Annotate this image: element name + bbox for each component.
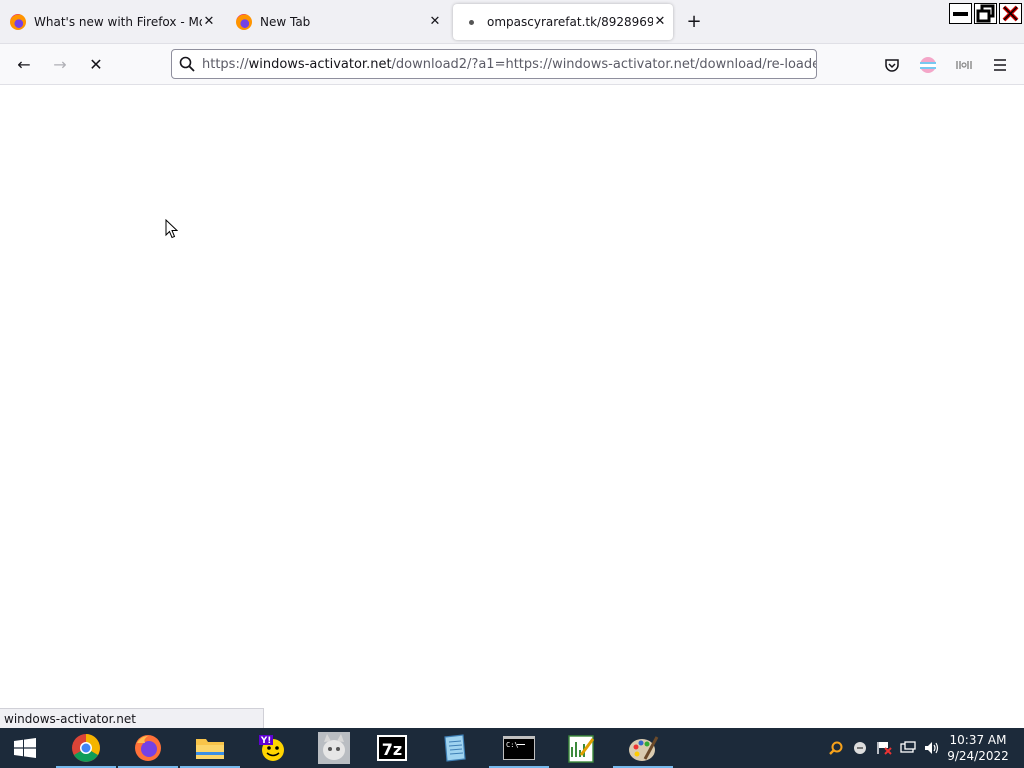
network-flag-icon[interactable] [875,738,893,758]
clock-date: 9/24/2022 [947,749,1009,763]
svg-text:Y!: Y! [260,736,272,746]
display-tray-icon[interactable] [899,738,917,758]
close-tab-icon[interactable]: ✕ [200,13,218,31]
minimize-button[interactable] [949,3,972,24]
search-tray-icon[interactable] [827,738,845,758]
browser-window: What's new with Firefox - More ✕ New Tab… [0,0,1024,728]
page-content [0,86,1024,728]
url-path: /download2/?a1=https://windows-activator… [391,56,816,72]
chart-app-icon[interactable] [551,728,611,768]
search-icon [172,50,202,78]
url-scheme: https:// [202,56,249,72]
messenger-tray-icon[interactable] [851,738,869,758]
taskbar: Y! 7z C:\ 10:37 AM 9/24/2022 [0,728,1024,768]
windows-start-icon[interactable] [14,738,36,758]
firefox-tab-icon [10,14,26,30]
tab-label: New Tab [260,15,311,29]
status-bar-link: windows-activator.net [0,708,264,728]
chrome-icon[interactable] [56,728,116,768]
extension-icon[interactable] [951,52,977,78]
close-window-button[interactable] [999,3,1022,24]
url-host: windows-activator.net [248,56,392,72]
yahoo-messenger-icon[interactable]: Y! [242,728,302,768]
svg-text:C:\: C:\ [506,741,519,749]
new-tab-button[interactable]: + [682,10,706,34]
url-text: https://windows-activator.net/download2/… [202,57,816,72]
pocket-icon[interactable] [879,52,905,78]
volume-icon[interactable] [923,738,941,758]
paint-icon[interactable] [613,728,673,768]
file-explorer-icon[interactable] [180,728,240,768]
forward-button[interactable]: → [47,52,73,78]
menu-hamburger-icon[interactable] [987,52,1013,78]
firefox-tab-icon [236,14,252,30]
tab-label: ompascyrarefat.tk/8928969196a [487,15,653,29]
clock-time: 10:37 AM [949,733,1007,747]
7zip-icon[interactable]: 7z [362,728,422,768]
close-tab-icon[interactable]: ✕ [651,13,669,31]
notepad-icon[interactable] [424,728,484,768]
back-button[interactable]: ← [11,52,37,78]
close-tab-icon[interactable]: ✕ [426,13,444,31]
mouse-cursor-icon [165,218,179,243]
tab-new-tab[interactable]: New Tab ✕ [226,4,448,40]
tab-label: What's new with Firefox - More [34,15,202,29]
cat-photo-icon[interactable] [304,728,364,768]
terminal-icon[interactable]: C:\ [489,728,549,768]
loading-dot-icon [463,14,479,30]
tab-strip: What's new with Firefox - More ✕ New Tab… [0,0,1024,44]
svg-text:7z: 7z [382,740,402,759]
stop-loading-button[interactable]: ✕ [83,52,109,78]
restore-button[interactable] [974,3,997,24]
address-bar[interactable]: https://windows-activator.net/download2/… [171,49,817,79]
account-avatar-icon[interactable] [915,52,941,78]
tab-whats-new[interactable]: What's new with Firefox - More ✕ [0,4,222,40]
system-clock[interactable]: 10:37 AM 9/24/2022 [944,732,1012,764]
firefox-icon[interactable] [118,728,178,768]
navigation-toolbar: ← → ✕ https://windows-activator.net/down… [0,44,1024,85]
tab-active-loading[interactable]: ompascyrarefat.tk/8928969196a ✕ [453,4,673,40]
